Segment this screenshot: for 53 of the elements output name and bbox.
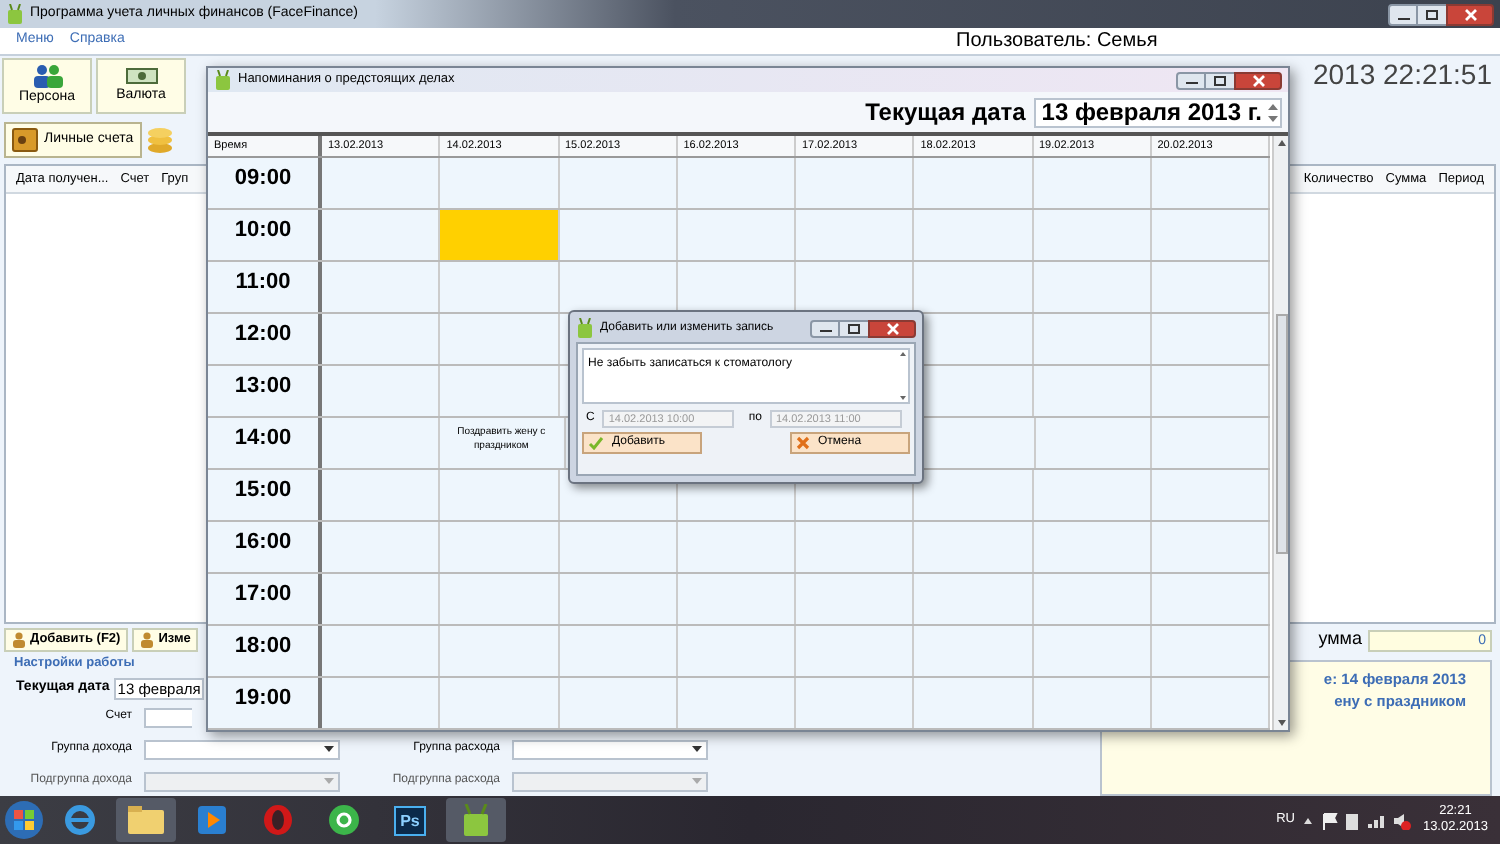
folder-icon[interactable] (128, 806, 164, 834)
user-label: Пользователь: Семья (956, 28, 1158, 56)
close-icon (885, 321, 899, 335)
app-icon (6, 4, 24, 24)
close-icon (1251, 73, 1265, 87)
scroll-down-icon (900, 396, 906, 400)
person-icon (12, 632, 26, 648)
dropdown-caret-icon (692, 778, 702, 785)
close-icon (1463, 7, 1477, 21)
tray-icons-drawing[interactable] (1304, 811, 1413, 829)
close-button[interactable] (1234, 71, 1282, 89)
dropdown-caret-icon (324, 778, 334, 785)
time-cell: 19:00 (208, 678, 322, 728)
minimize-button[interactable] (810, 319, 840, 337)
date-label: Текущая дата (865, 96, 1026, 130)
dropdown-field[interactable] (512, 739, 708, 760)
maximize-button[interactable] (1206, 71, 1234, 89)
dropdown-caret-icon (692, 746, 702, 753)
minimize-button[interactable] (1388, 3, 1418, 25)
account-field[interactable] (144, 707, 192, 728)
sum-label: умма (1318, 626, 1362, 653)
photoshop-icon[interactable]: Ps (394, 805, 426, 835)
app-icon[interactable] (462, 804, 490, 836)
minimize-button[interactable] (1176, 71, 1206, 89)
close-button[interactable] (868, 319, 916, 337)
start-orb-icon[interactable] (4, 800, 44, 840)
people-icon (31, 63, 63, 88)
highlighted-cell[interactable] (440, 210, 559, 260)
scroll-down-icon (1277, 720, 1285, 726)
mail-agent-icon[interactable] (328, 804, 360, 836)
scrollbar-thumb[interactable] (1275, 313, 1287, 553)
app-icon (214, 70, 232, 90)
scrollbar[interactable] (1272, 136, 1288, 730)
date-spin-field[interactable]: 13 февраля 2013 г. (1033, 97, 1282, 127)
checkmark-icon (588, 436, 604, 450)
browser-icon[interactable] (64, 804, 96, 836)
dropdown-caret-icon (324, 746, 334, 753)
app-icon (576, 318, 594, 338)
scroll-up-icon (1277, 140, 1285, 146)
media-player-icon[interactable] (198, 806, 226, 834)
safe-icon (12, 128, 38, 152)
person-icon (140, 632, 155, 648)
spin-arrows-icon (1266, 99, 1280, 125)
maximize-button[interactable] (1418, 3, 1446, 25)
dropdown-field[interactable] (144, 739, 340, 760)
banknote-icon (125, 65, 157, 86)
close-button[interactable] (1446, 3, 1494, 25)
clock-text: 2013 22:21:51 (1312, 60, 1492, 88)
scroll-up-icon (900, 352, 906, 356)
opera-icon[interactable] (262, 804, 294, 836)
cross-icon (796, 436, 810, 450)
coins-icon (145, 126, 174, 154)
maximize-button[interactable] (840, 319, 868, 337)
